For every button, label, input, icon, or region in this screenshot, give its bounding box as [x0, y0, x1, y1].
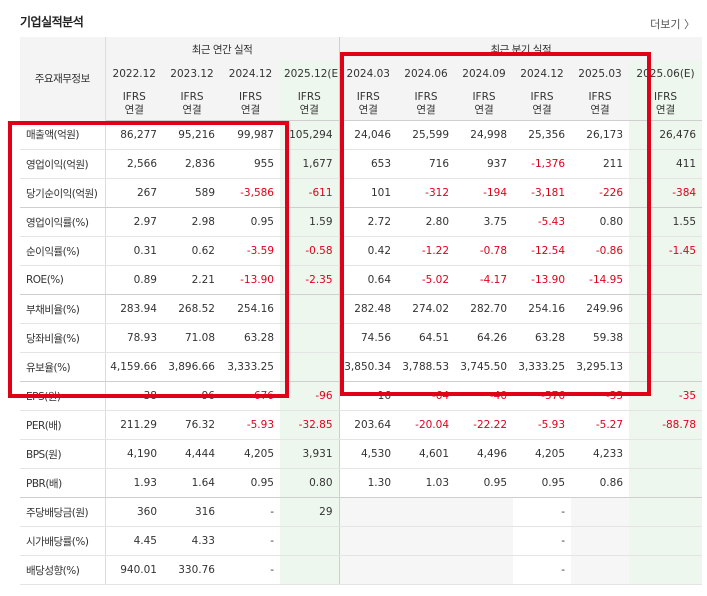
period-header: 2022.12: [105, 61, 163, 87]
more-link[interactable]: 더보기 〉: [650, 16, 695, 32]
consolidated-label: 연결: [240, 103, 261, 116]
table-cell: 360: [105, 497, 163, 527]
consolidated-label: 연결: [182, 103, 202, 116]
row-label: 배당성향(%): [20, 555, 106, 585]
row-label: PBR(배): [20, 468, 106, 498]
table-row: BPS(원) 4,190 4,444 4,205 3,931 4,530 4,601 4,49…: [20, 439, 703, 469]
period-header: 2023.12: [163, 61, 221, 87]
table-cell: [629, 526, 703, 556]
table-cell: -: [221, 497, 280, 527]
table-cell: -5.93: [221, 410, 280, 440]
table-cell: 0.95: [455, 468, 514, 498]
table-cell: 0.80: [280, 468, 340, 498]
table-row: PER(배) 211.29 76.32 -5.93 -32.85 203.64 -20.04…: [20, 410, 703, 440]
table-cell: 203.64: [338, 410, 398, 440]
table-row: 시가배당률(%) 4.45 4.33- -: [20, 526, 703, 556]
table-cell: 3,931: [280, 439, 340, 469]
table-cell: [280, 555, 340, 585]
table-cell: -22.22: [455, 410, 514, 440]
table-cell: 1.03: [397, 468, 456, 498]
table-cell: [397, 555, 456, 585]
period-header: 2024.12: [221, 61, 280, 87]
table-cell: 4,205: [513, 439, 572, 469]
table-cell: 316: [163, 497, 221, 527]
table-cell: -20.04: [397, 410, 456, 440]
ifrs-label: IFRS: [297, 90, 321, 103]
ifrs-header: IFRS 연결: [163, 87, 221, 121]
table-cell: [455, 497, 514, 527]
annual-group-header: 최근 연간 실적: [105, 37, 340, 61]
table-cell: -5.93: [513, 410, 572, 440]
table-row: PBR(배) 1.93 1.64 0.95 0.80 1.30 1.03 0.95 0.95 0.…: [20, 468, 703, 498]
table-cell: [338, 555, 398, 585]
period-label: 2023.12: [170, 68, 214, 80]
table-cell: 4.33: [163, 526, 221, 556]
table-cell: [338, 526, 398, 556]
table-cell: -: [513, 526, 572, 556]
table-cell: [629, 439, 703, 469]
table-cell: 4,205: [221, 439, 280, 469]
table-cell: 4,444: [163, 439, 221, 469]
table-cell: [571, 526, 630, 556]
row-label: BPS(원): [20, 439, 106, 469]
table-cell: -: [513, 497, 572, 527]
table-cell: [397, 497, 456, 527]
table-cell: 0.95: [513, 468, 572, 498]
annual-highlight-box: [8, 121, 289, 398]
table-cell: 76.32: [163, 410, 221, 440]
table-cell: [629, 555, 703, 585]
table-cell: [455, 555, 514, 585]
consolidated-label: 연결: [299, 103, 319, 116]
section-title: 기업실적분석: [20, 15, 84, 29]
table-cell: -5.27: [571, 410, 630, 440]
ifrs-label: IFRS: [122, 90, 146, 103]
table-cell: 1.64: [163, 468, 221, 498]
period-label: 2022.12: [112, 68, 156, 80]
table-cell: 0.86: [571, 468, 630, 498]
table-cell: -32.85: [280, 410, 340, 440]
table-cell: [571, 555, 630, 585]
table-cell: [280, 526, 340, 556]
table-cell: 4,233: [571, 439, 630, 469]
table-cell: 4,530: [338, 439, 398, 469]
table-cell: [397, 526, 456, 556]
table-row: 주당배당금(원) 360 316-29-: [20, 497, 703, 527]
row-header-label: 주요재무정보: [20, 37, 106, 121]
row-label: PER(배): [20, 410, 106, 440]
table-cell: 330.76: [163, 555, 221, 585]
row-label: 주당배당금(원): [20, 497, 106, 527]
ifrs-label: IFRS: [238, 90, 263, 103]
period-label: 2024.12: [228, 68, 273, 80]
table-cell: -: [513, 555, 572, 585]
table-cell: [571, 497, 630, 527]
ifrs-label: IFRS: [180, 90, 204, 103]
table-cell: [455, 526, 514, 556]
table-cell: 4.45: [105, 526, 163, 556]
table-cell: 1.93: [105, 468, 163, 498]
row-label: 시가배당률(%): [20, 526, 106, 556]
ifrs-header: IFRS 연결: [221, 87, 280, 121]
table-cell: 4,601: [397, 439, 456, 469]
table-cell: -: [221, 526, 280, 556]
table-cell: 940.01: [105, 555, 163, 585]
table-cell: [629, 497, 703, 527]
table-cell: -: [221, 555, 280, 585]
table-cell: 4,496: [455, 439, 514, 469]
quarter-highlight-box: [340, 52, 651, 396]
table-cell: 0.95: [221, 468, 280, 498]
table-cell: 29: [280, 497, 340, 527]
table-row: 배당성향(%) 940.01 330.76- -: [20, 555, 703, 585]
ifrs-header: IFRS 연결: [280, 87, 340, 121]
table-cell: [338, 497, 398, 527]
consolidated-label: 연결: [124, 103, 144, 116]
table-cell: 211.29: [105, 410, 163, 440]
table-cell: 4,190: [105, 439, 163, 469]
period-label: 2025.12(E): [284, 68, 340, 80]
period-header: 2025.12(E): [280, 61, 340, 87]
ifrs-header: IFRS 연결: [105, 87, 163, 121]
table-cell: -88.78: [629, 410, 703, 440]
table-cell: [629, 468, 703, 498]
table-cell: 1.30: [338, 468, 398, 498]
